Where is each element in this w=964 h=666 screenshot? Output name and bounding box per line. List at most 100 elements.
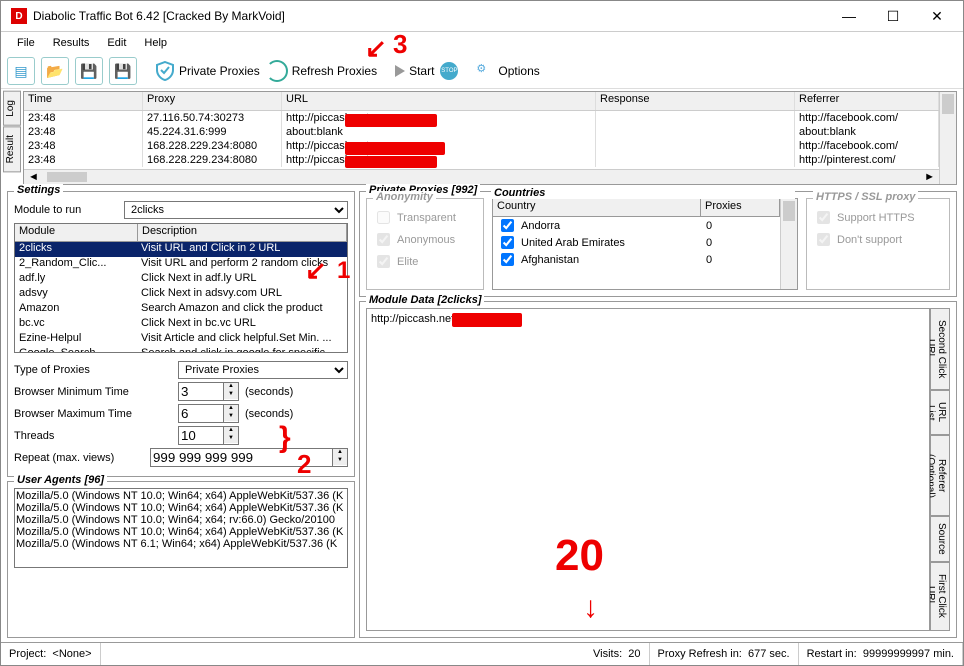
module-row[interactable]: AmazonSearch Amazon and click the produc… (15, 302, 347, 317)
ua-row[interactable]: Mozilla/5.0 (Windows NT 10.0; Win64; x64… (16, 490, 346, 502)
save-icon[interactable]: 💾 (75, 57, 103, 85)
close-button[interactable]: ✕ (915, 2, 959, 30)
statusbar: Project: <None> Visits: 20 Proxy Refresh… (1, 642, 963, 665)
tab-log[interactable]: Log (3, 91, 21, 126)
col-description[interactable]: Description (138, 224, 347, 241)
start-button[interactable]: Start (395, 64, 434, 78)
spin-down[interactable]: ▼ (224, 391, 238, 399)
col-referrer[interactable]: Referrer (795, 92, 939, 110)
spin-up[interactable]: ▲ (224, 405, 238, 413)
type-of-proxies-label: Type of Proxies (14, 364, 172, 376)
spin-up[interactable]: ▲ (224, 427, 238, 435)
countries-title: Countries (491, 187, 795, 199)
col-country[interactable]: Country (493, 199, 701, 216)
maximize-button[interactable]: ☐ (871, 2, 915, 30)
country-row[interactable]: Andorra0 (493, 217, 780, 234)
elite-label: Elite (397, 256, 418, 268)
min-time-input[interactable] (178, 382, 224, 401)
seconds-label: (seconds) (245, 408, 293, 420)
col-module[interactable]: Module (15, 224, 138, 241)
module-row[interactable]: adf.lyClick Next in adf.ly URL (15, 272, 347, 287)
ua-row[interactable]: Mozilla/5.0 (Windows NT 10.0; Win64; x64… (16, 514, 346, 526)
ua-row[interactable]: Mozilla/5.0 (Windows NT 6.1; Win64; x64)… (16, 538, 346, 550)
toolbar: ▤ 📂 💾 💾 Private Proxies Refresh Proxies … (1, 54, 963, 89)
saveall-icon[interactable]: 💾 (109, 57, 137, 85)
open-icon[interactable]: 📂 (41, 57, 69, 85)
module-row[interactable]: Google_SearchSearch and click in google … (15, 347, 347, 352)
proxy-refresh-value: 677 sec. (748, 648, 790, 660)
spin-down[interactable]: ▼ (333, 457, 347, 465)
menu-file[interactable]: File (9, 35, 43, 51)
log-row[interactable]: 23:4845.224.31.6:999about:blankabout:bla… (24, 125, 939, 139)
spin-up[interactable]: ▲ (224, 383, 238, 391)
visits-value: 20 (628, 648, 640, 660)
shield-icon (155, 61, 175, 81)
menu-edit[interactable]: Edit (99, 35, 134, 51)
col-time[interactable]: Time (24, 92, 143, 110)
titlebar: D Diabolic Traffic Bot 6.42 [Cracked By … (1, 1, 963, 32)
threads-input[interactable] (178, 426, 224, 445)
countries-table: Countries Country Proxies Andorra0United… (492, 198, 798, 290)
log-v-scrollbar[interactable] (939, 92, 956, 184)
spin-up[interactable]: ▲ (333, 449, 347, 457)
module-row[interactable]: 2_Random_Clic...Visit URL and perform 2 … (15, 257, 347, 272)
project-label: Project: (9, 648, 46, 660)
module-to-run-label: Module to run (14, 204, 118, 216)
tab-result[interactable]: Result (3, 126, 21, 172)
spin-down[interactable]: ▼ (224, 413, 238, 421)
project-value: <None> (52, 648, 91, 660)
spin-down[interactable]: ▼ (224, 435, 238, 443)
type-of-proxies-select[interactable]: Private Proxies (178, 361, 348, 379)
stop-button[interactable]: STOP (440, 62, 458, 80)
private-proxies-button[interactable]: Private Proxies (155, 61, 260, 81)
module-select[interactable]: 2clicks (124, 201, 348, 219)
module-table: Module Description 2clicksVisit URL and … (14, 223, 348, 353)
menu-results[interactable]: Results (45, 35, 98, 51)
transparent-check (377, 211, 390, 224)
menu-help[interactable]: Help (136, 35, 175, 51)
col-proxies-count[interactable]: Proxies (701, 199, 780, 216)
col-proxy[interactable]: Proxy (143, 92, 282, 110)
log-table: Time Proxy URL Response Referrer 23:4827… (23, 91, 957, 185)
app-icon: D (11, 8, 27, 24)
log-row[interactable]: 23:48168.228.229.234:8080http://piccash.… (24, 153, 939, 167)
options-button[interactable]: ⚙ Options (476, 62, 539, 80)
country-check[interactable] (501, 236, 514, 249)
countries-scrollbar[interactable] (780, 199, 797, 289)
max-time-label: Browser Maximum Time (14, 408, 172, 420)
new-icon[interactable]: ▤ (7, 57, 35, 85)
repeat-input[interactable] (150, 448, 333, 467)
col-response[interactable]: Response (596, 92, 795, 110)
proxy-refresh-label: Proxy Refresh in: (658, 648, 742, 660)
ua-row[interactable]: Mozilla/5.0 (Windows NT 10.0; Win64; x64… (16, 502, 346, 514)
module-row[interactable]: adsvyClick Next in adsvy.com URL (15, 287, 347, 302)
country-check[interactable] (501, 253, 514, 266)
ua-row[interactable]: Mozilla/5.0 (Windows NT 10.0; Win64; x64… (16, 526, 346, 538)
log-h-scrollbar[interactable]: ◄► (24, 169, 939, 184)
minimize-button[interactable]: — (827, 2, 871, 30)
dont-support-label: Don't support (837, 234, 902, 246)
repeat-label: Repeat (max. views) (14, 452, 144, 464)
max-time-input[interactable] (178, 404, 224, 423)
user-agents-list[interactable]: Mozilla/5.0 (Windows NT 10.0; Win64; x64… (14, 488, 348, 568)
module-row[interactable]: Ezine-HelpulVisit Article and click help… (15, 332, 347, 347)
tab-source[interactable]: Source (930, 516, 950, 562)
module-row[interactable]: 2clicksVisit URL and Click in 2 URL (15, 242, 347, 257)
country-row[interactable]: United Arab Emirates0 (493, 234, 780, 251)
module-data-title: Module Data [2clicks] (366, 294, 484, 306)
module-data-content[interactable]: http://piccash.net (366, 308, 930, 631)
log-row[interactable]: 23:4827.116.50.74:30273http://piccash.ne… (24, 111, 939, 125)
log-row[interactable]: 23:48168.228.229.234:8080http://piccash.… (24, 139, 939, 153)
country-row[interactable]: Afghanistan0 (493, 251, 780, 268)
country-check[interactable] (501, 219, 514, 232)
col-url[interactable]: URL (282, 92, 596, 110)
refresh-proxies-button[interactable]: Refresh Proxies (266, 60, 377, 82)
tab-url-list[interactable]: URL List (930, 390, 950, 436)
tab-first-click-url[interactable]: First Click URL (930, 562, 950, 632)
tab-second-click-url[interactable]: Second Click URL (930, 308, 950, 390)
module-row[interactable]: bc.vcClick Next in bc.vc URL (15, 317, 347, 332)
elite-check (377, 255, 390, 268)
support-https-label: Support HTTPS (837, 212, 915, 224)
private-proxies-label: Private Proxies (179, 64, 260, 78)
tab-referer[interactable]: Referer (Optional) (930, 435, 950, 516)
